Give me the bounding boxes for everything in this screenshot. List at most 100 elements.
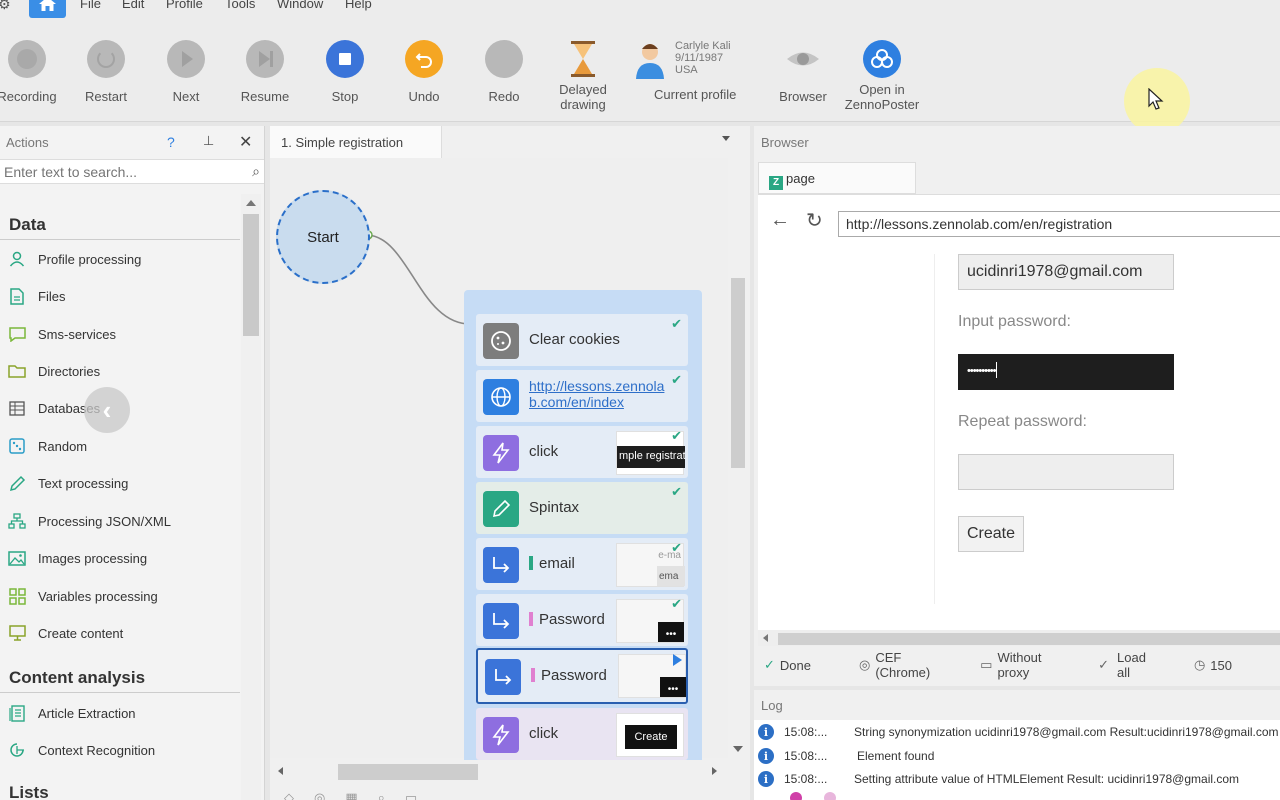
block-click[interactable]: click mple registrat ✔	[476, 426, 688, 478]
action-sms-services[interactable]: Sms-services	[8, 323, 116, 345]
action-random[interactable]: Random	[8, 435, 87, 457]
block-spintax[interactable]: Spintax ✔	[476, 482, 688, 534]
pencil-icon	[483, 491, 519, 527]
menu-edit[interactable]: Edit	[122, 0, 144, 11]
chevron-left-icon[interactable]: ‹	[84, 387, 130, 433]
help-button[interactable]: ?	[167, 134, 175, 150]
tab-page[interactable]: Zpage	[758, 162, 916, 194]
canvas-bottom-toolbar[interactable]: ◇◎▦⌕▭	[284, 790, 437, 800]
search-icon[interactable]: ⌕	[252, 163, 260, 180]
menu-file[interactable]: File	[80, 0, 101, 11]
status-proxy[interactable]: ▭ Without proxy	[980, 650, 1074, 680]
action-label: Profile processing	[38, 251, 142, 267]
open-label-line2: ZennoPoster	[844, 97, 920, 112]
block-navigate-url[interactable]: http://lessons.zennola b.com/en/index ✔	[476, 370, 688, 422]
action-directories[interactable]: Directories	[8, 360, 100, 382]
tab-simple-registration[interactable]: 1. Simple registration	[270, 126, 442, 158]
scroll-left-icon[interactable]	[278, 767, 283, 775]
play-icon	[167, 40, 205, 78]
menu-window[interactable]: Window	[277, 0, 323, 11]
scroll-thumb[interactable]	[731, 278, 745, 468]
divider	[934, 254, 935, 604]
action-processing-json-xml[interactable]: Processing JSON/XML	[8, 510, 171, 532]
action-article-extraction[interactable]: Article Extraction	[8, 702, 136, 724]
log-row[interactable]: i 15:08:... Element found	[754, 745, 1280, 767]
block-label: Password	[539, 611, 605, 628]
undo-label: Undo	[408, 89, 440, 104]
close-icon[interactable]: ✕	[239, 132, 252, 152]
log-row[interactable]: i 15:08:... String synonymization ucidin…	[754, 721, 1280, 743]
home-button[interactable]	[29, 0, 66, 18]
block-click-create[interactable]: click Create	[476, 708, 688, 760]
menu-tools[interactable]: Tools	[225, 0, 255, 11]
scroll-up-icon[interactable]	[246, 200, 256, 206]
browser-button[interactable]: Browser	[763, 40, 843, 104]
url-input[interactable]: http://lessons.zennolab.com/en/registrat…	[838, 211, 1280, 237]
status-timeout[interactable]: ◷ 150	[1194, 657, 1256, 673]
toolbar: Recording Restart Next Resume Stop Undo …	[0, 22, 1280, 122]
delayed-drawing-button[interactable]: Delayed drawing	[543, 40, 623, 112]
canvas-vertical-scrollbar[interactable]	[728, 158, 748, 758]
action-context-recognition[interactable]: Context Recognition	[8, 739, 155, 761]
block-clear-cookies[interactable]: Clear cookies ✔	[476, 314, 688, 366]
next-button[interactable]: Next	[146, 40, 226, 104]
check-icon: ✔	[671, 372, 682, 387]
undo-button[interactable]: Undo	[384, 40, 464, 104]
back-arrow-icon[interactable]: ←	[770, 209, 790, 232]
refresh-icon[interactable]: ↻	[806, 208, 823, 233]
resume-button[interactable]: Resume	[225, 40, 305, 104]
status-engine[interactable]: ◎ CEF (Chrome)	[859, 650, 956, 680]
project-canvas[interactable]: Start Clear cookies ✔ http://lessons.zen…	[270, 158, 728, 770]
scroll-thumb[interactable]	[338, 764, 478, 780]
recording-button[interactable]: Recording	[0, 40, 67, 104]
email-field[interactable]: ucidinri1978@gmail.com	[958, 254, 1174, 290]
create-button[interactable]: Create	[958, 516, 1024, 552]
actions-scrollbar[interactable]	[241, 194, 261, 800]
arrow-icon	[485, 659, 521, 695]
menu-profile[interactable]: Profile	[166, 0, 203, 11]
tab-dropdown-icon[interactable]	[722, 136, 730, 141]
log-text: String synonymization ucidinri1978@gmail…	[854, 725, 1279, 739]
cookie-icon	[483, 323, 519, 359]
action-profile-processing[interactable]: Profile processing	[8, 248, 141, 270]
block-url-link[interactable]: http://lessons.zennola b.com/en/index	[529, 378, 664, 410]
pin-icon[interactable]: ⊥	[203, 133, 214, 149]
block-set-password-selected[interactable]: Password •••	[476, 648, 688, 704]
open-in-zennoposter-button[interactable]: Open in ZennoPoster	[842, 40, 922, 112]
field-marker	[531, 668, 535, 682]
restart-button[interactable]: Restart	[66, 40, 146, 104]
scroll-thumb[interactable]	[778, 633, 1280, 645]
actions-search-input[interactable]	[0, 160, 236, 183]
field-marker	[529, 612, 533, 626]
scroll-right-icon[interactable]	[712, 767, 717, 775]
browser-horizontal-scrollbar[interactable]	[758, 630, 1280, 646]
stop-label: Stop	[331, 89, 359, 104]
password-value: ••••••••••	[967, 365, 996, 377]
scroll-down-icon[interactable]	[733, 746, 743, 752]
url-line2: b.com/en/index	[529, 394, 624, 410]
arrow-icon	[483, 547, 519, 583]
action-files[interactable]: Files	[8, 285, 65, 307]
action-images-processing[interactable]: Images processing	[8, 547, 147, 569]
menu-help[interactable]: Help	[345, 0, 372, 11]
lightning-icon	[483, 435, 519, 471]
start-node[interactable]: Start	[276, 190, 370, 284]
action-text-processing[interactable]: Text processing	[8, 472, 128, 494]
status-load[interactable]: ✓ Load all	[1098, 650, 1170, 680]
log-row[interactable]: i 15:08:... Setting attribute value of H…	[754, 768, 1280, 790]
action-create-content[interactable]: Create content	[8, 622, 123, 644]
scroll-left-icon[interactable]	[763, 634, 768, 642]
canvas-horizontal-scrollbar[interactable]	[270, 760, 728, 782]
log-text: Element found	[857, 749, 935, 763]
action-variables-processing[interactable]: Variables processing	[8, 585, 158, 607]
stop-button[interactable]: Stop	[305, 40, 385, 104]
image-icon	[8, 549, 26, 567]
password-dots: •••	[660, 677, 686, 697]
block-set-password[interactable]: Password ••• ✔	[476, 594, 688, 646]
redo-button[interactable]: Redo	[464, 40, 544, 104]
scroll-thumb[interactable]	[243, 214, 259, 336]
password-field[interactable]: ••••••••••	[958, 354, 1174, 390]
actions-title: Actions	[6, 135, 49, 150]
repeat-password-field[interactable]	[958, 454, 1174, 490]
block-set-email[interactable]: email e-ma ema ✔	[476, 538, 688, 590]
